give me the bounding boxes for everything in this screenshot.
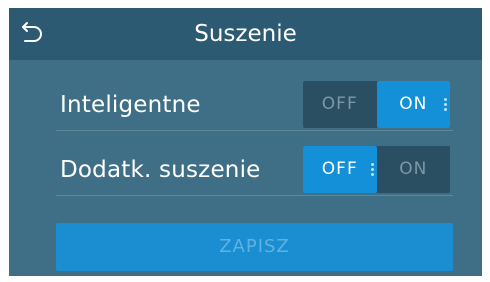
toggle-on-label: ON <box>399 94 428 114</box>
toggle-inteligentne[interactable]: OFF ON <box>303 81 450 128</box>
drag-handle-icon <box>370 163 374 176</box>
toggle-off-option[interactable]: OFF <box>303 146 377 193</box>
toggle-on-option[interactable]: ON <box>377 146 451 193</box>
setting-row-dodatk-suszenie: Dodatk. suszenie OFF ON <box>56 146 453 196</box>
divider <box>56 195 453 196</box>
drag-handle-icon <box>444 98 447 111</box>
toggle-off-label: OFF <box>321 159 358 179</box>
divider <box>56 130 453 131</box>
screen: Suszenie Inteligentne OFF ON Dodatk. sus… <box>9 8 482 276</box>
setting-label: Dodatk. suszenie <box>60 157 261 183</box>
toggle-on-option[interactable]: ON <box>376 81 450 128</box>
header-bar: Suszenie <box>9 8 482 60</box>
toggle-off-option[interactable]: OFF <box>303 81 377 128</box>
toggle-dodatk-suszenie[interactable]: OFF ON <box>303 146 450 193</box>
page-title: Suszenie <box>194 21 297 47</box>
save-button[interactable]: ZAPISZ <box>56 223 453 271</box>
setting-label: Inteligentne <box>60 92 201 118</box>
setting-row-inteligentne: Inteligentne OFF ON <box>56 81 453 131</box>
